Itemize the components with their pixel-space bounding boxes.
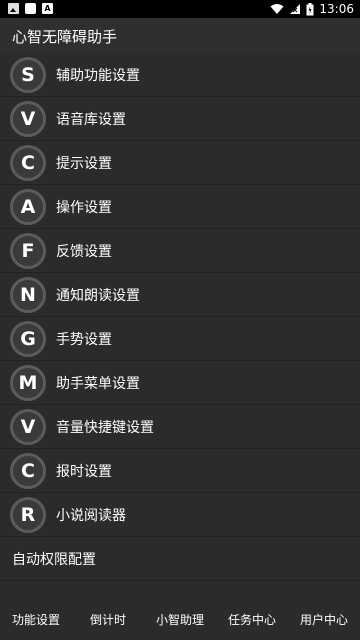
menu-item-label: 助手菜单设置 — [56, 375, 140, 392]
menu-item-accessibility[interactable]: S 辅助功能设置 — [0, 53, 360, 97]
menu-item-assistant-menu[interactable]: M 助手菜单设置 — [0, 361, 360, 405]
menu-item-volume-shortcut[interactable]: V 音量快捷键设置 — [0, 405, 360, 449]
letter-badge-icon: A — [10, 188, 46, 225]
menu-item-label: 操作设置 — [56, 199, 112, 216]
a-icon: A — [42, 3, 53, 14]
letter-badge-icon: N — [10, 276, 46, 313]
app-title: 心智无障碍助手 — [12, 28, 118, 46]
letter-badge-icon: C — [10, 452, 46, 489]
menu-item-gesture[interactable]: G 手势设置 — [0, 317, 360, 361]
letter-badge-icon: G — [10, 320, 46, 357]
tab-countdown[interactable]: 倒计时 — [72, 600, 144, 640]
letter-badge-icon: V — [10, 100, 46, 137]
tab-task-center[interactable]: 任务中心 — [216, 600, 288, 640]
menu-item-voice-library[interactable]: V 语音库设置 — [0, 97, 360, 141]
image-icon — [8, 3, 19, 14]
menu-item-auto-permission[interactable]: 自动权限配置 — [0, 537, 360, 581]
menu-item-label: 语音库设置 — [56, 111, 126, 128]
app-bar: 心智无障碍助手 — [0, 18, 360, 54]
menu-item-label: 辅助功能设置 — [56, 67, 140, 84]
letter-badge-icon: S — [10, 56, 46, 93]
menu-item-prompt[interactable]: C 提示设置 — [0, 141, 360, 185]
menu-item-label: 通知朗读设置 — [56, 287, 140, 304]
menu-item-feedback[interactable]: F 反馈设置 — [0, 229, 360, 273]
battery-icon — [306, 2, 314, 15]
tab-assistant[interactable]: 小智助理 — [144, 600, 216, 640]
letter-badge-icon: V — [10, 408, 46, 445]
menu-item-label: 报时设置 — [56, 463, 112, 480]
status-bar: A 13:06 — [0, 0, 360, 18]
bag-icon — [25, 3, 36, 14]
status-time: 13:06 — [319, 2, 354, 16]
menu-item-label: 手势设置 — [56, 331, 112, 348]
menu-item-time-announce[interactable]: C 报时设置 — [0, 449, 360, 493]
letter-badge-icon: C — [10, 144, 46, 181]
tab-function-settings[interactable]: 功能设置 — [0, 600, 72, 640]
letter-badge-icon: M — [10, 364, 46, 401]
menu-item-operation[interactable]: A 操作设置 — [0, 185, 360, 229]
menu-item-notification-reading[interactable]: N 通知朗读设置 — [0, 273, 360, 317]
menu-item-label: 反馈设置 — [56, 243, 112, 260]
tab-user-center[interactable]: 用户中心 — [288, 600, 360, 640]
wifi-icon — [270, 4, 284, 14]
signal-icon — [290, 4, 301, 14]
menu-item-label: 小说阅读器 — [56, 507, 126, 524]
letter-badge-icon: F — [10, 232, 46, 269]
menu-list: S 辅助功能设置 V 语音库设置 C 提示设置 A 操作设置 F 反馈设置 N … — [0, 53, 360, 537]
bottom-nav: 功能设置 倒计时 小智助理 任务中心 用户中心 — [0, 600, 360, 640]
menu-item-label: 音量快捷键设置 — [56, 419, 154, 436]
menu-item-label: 自动权限配置 — [12, 551, 96, 568]
menu-item-novel-reader[interactable]: R 小说阅读器 — [0, 493, 360, 537]
status-left-icons: A — [8, 3, 53, 14]
letter-badge-icon: R — [10, 496, 46, 533]
status-right-icons: 13:06 — [270, 1, 354, 17]
menu-item-label: 提示设置 — [56, 155, 112, 172]
